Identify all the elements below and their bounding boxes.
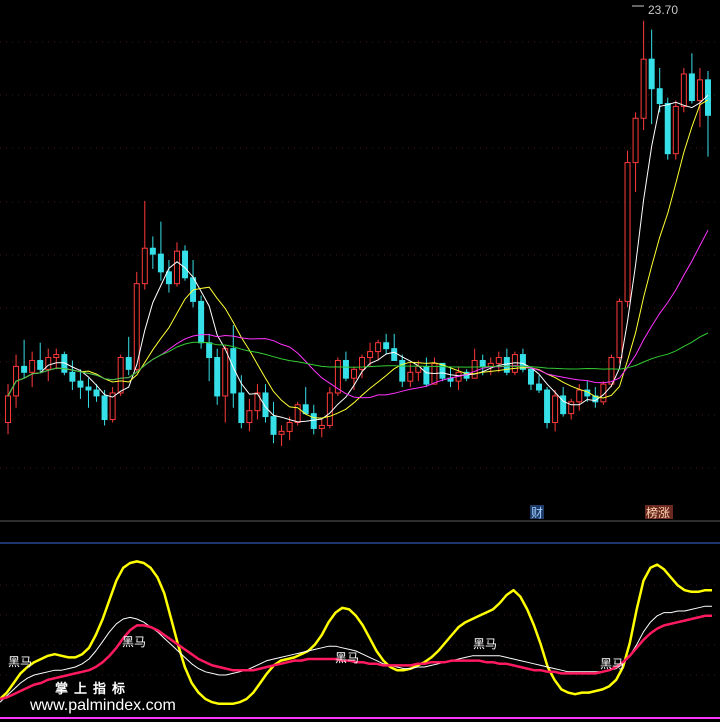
heima-label-3: 黑马 (335, 651, 359, 665)
candle-body (664, 102, 671, 155)
candle-body (5, 395, 12, 424)
candle-body (423, 365, 430, 385)
heima-label-2: 黑马 (122, 635, 146, 649)
candle-body (688, 73, 695, 102)
candle-body (182, 250, 189, 279)
candle-body (21, 365, 28, 373)
peak-price-label: 23.70 (648, 3, 678, 17)
candle-body (246, 410, 253, 424)
candle-body (238, 392, 245, 424)
candle-body (157, 253, 164, 273)
candle-body (29, 359, 36, 373)
candle-body (656, 88, 663, 104)
candle-body (310, 413, 317, 429)
ma10-line (7, 99, 709, 419)
candle-body (85, 386, 92, 391)
candle-body (173, 250, 180, 285)
badge-bangzhang-text: 榜涨 (646, 505, 670, 520)
candle-body (632, 117, 639, 164)
candle-body (527, 368, 534, 385)
stock-chart: 23.70 财 榜涨 黑马 黑马 黑马 黑马 黑马 掌上指标 www.palmi… (0, 3, 720, 719)
candle-body (407, 371, 414, 382)
candle-body (680, 73, 687, 107)
candle-body (391, 348, 398, 361)
heima-label-4: 黑马 (473, 637, 497, 651)
candle-body (471, 359, 478, 379)
candle-body (704, 79, 711, 116)
watermark-cn: 掌上指标 (55, 681, 131, 697)
badge-cai-text: 财 (531, 506, 543, 520)
candle-body (552, 395, 559, 424)
candle-body (696, 79, 703, 102)
candle-body (576, 389, 583, 403)
candle-body (278, 430, 285, 435)
candle-body (487, 362, 494, 367)
candle-body (383, 342, 390, 350)
candle-body (165, 271, 172, 285)
candle-body (624, 162, 631, 302)
candle-body (101, 395, 108, 421)
candle-body (495, 357, 502, 364)
candle-body (375, 342, 382, 353)
candle-body (648, 58, 655, 90)
candle-body (222, 348, 229, 397)
badge-bangzhang: 榜涨 (645, 505, 673, 520)
candle-body (318, 424, 325, 429)
moving-average-lines (7, 94, 709, 423)
candle-body (640, 58, 647, 119)
candle-body (53, 354, 60, 359)
candle-body (326, 392, 333, 426)
candle-body (69, 371, 76, 382)
candle-body (117, 357, 124, 394)
candle-body (608, 357, 615, 385)
ma5-line (7, 94, 709, 423)
candle-body (503, 357, 510, 373)
candle-body (342, 359, 349, 379)
candle-body (270, 416, 277, 435)
candle-body (141, 247, 148, 285)
candle-body (206, 342, 213, 359)
candle-body (149, 247, 156, 255)
candle-body (37, 359, 44, 370)
candle-body (286, 422, 293, 432)
candle-body (544, 389, 551, 424)
badge-cai: 财 (530, 505, 544, 520)
candle-body (214, 357, 221, 397)
candle-body (672, 105, 679, 155)
candle-body (198, 300, 205, 344)
heima-label-5: 黑马 (600, 657, 624, 671)
chart-stage: 23.70 财 榜涨 黑马 黑马 黑马 黑马 黑马 掌上指标 www.palmi… (0, 0, 720, 722)
candle-body (125, 357, 132, 370)
watermark-url: www.palmindex.com (29, 697, 176, 714)
candle-body (93, 389, 100, 397)
candle-body (479, 359, 486, 367)
ma20-line (7, 229, 709, 399)
candle-body (77, 380, 84, 388)
candle-body (616, 300, 623, 359)
heima-label-1: 黑马 (8, 655, 32, 669)
candle-body (367, 351, 374, 359)
candle-body (350, 368, 357, 379)
candle-body (359, 357, 366, 370)
candle-body (536, 383, 543, 391)
